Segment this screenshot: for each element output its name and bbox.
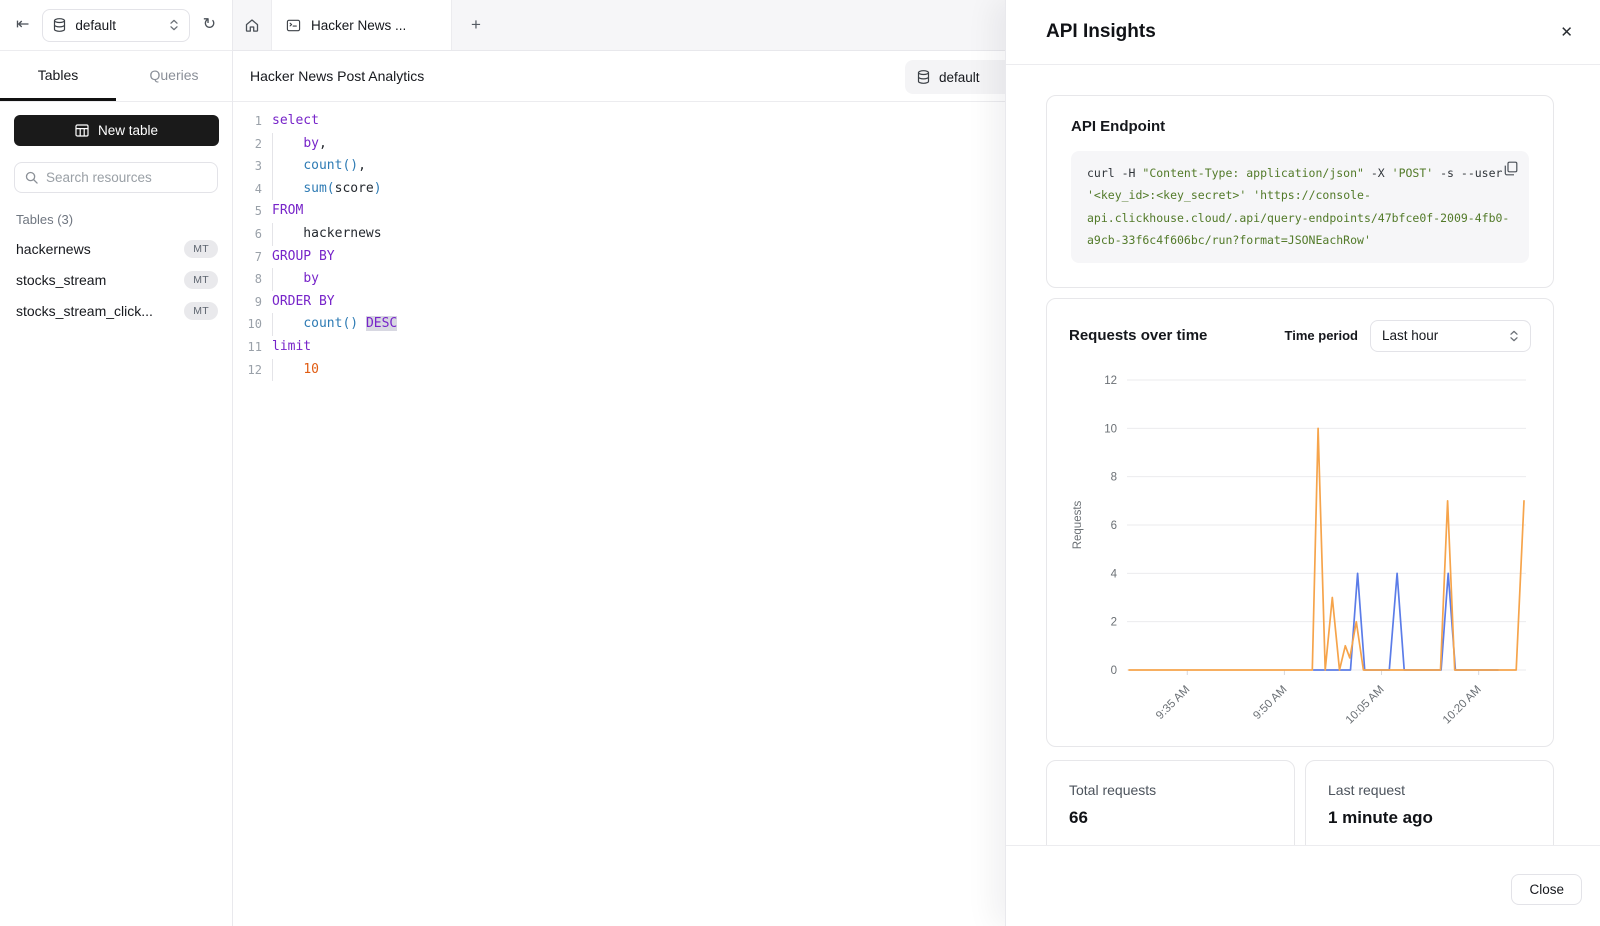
panel-header: API Insights ✕ (1006, 0, 1600, 65)
table-engine-badge: MT (184, 240, 218, 258)
new-table-button[interactable]: New table (14, 115, 219, 146)
chart-title: Requests over time (1069, 327, 1207, 344)
search-icon (25, 171, 38, 184)
database-selector-value: default (75, 18, 159, 33)
stats-row: Total requests 66 Last request 1 minute … (1046, 760, 1554, 845)
svg-text:10:05 AM: 10:05 AM (1344, 683, 1387, 726)
table-row-stocks-stream-click[interactable]: stocks_stream_click... MT (16, 295, 218, 326)
curl-command-block: curl -H "Content-Type: application/json"… (1071, 151, 1529, 263)
last-request-value: 1 minute ago (1328, 808, 1531, 828)
sidebar-topbar: ⇤ default ↻ (0, 0, 232, 51)
close-button[interactable]: Close (1511, 874, 1582, 905)
table-engine-badge: MT (184, 302, 218, 320)
table-name: stocks_stream_click... (16, 303, 153, 319)
api-endpoint-title: API Endpoint (1071, 118, 1529, 135)
panel-body: API Endpoint curl -H "Content-Type: appl… (1006, 66, 1600, 845)
table-name: stocks_stream (16, 272, 106, 288)
plus-icon: + (471, 15, 481, 35)
tab-tables[interactable]: Tables (0, 51, 116, 101)
new-table-label: New table (98, 123, 158, 138)
time-period-label: Time period (1285, 328, 1358, 343)
copy-button[interactable] (1504, 161, 1518, 176)
search-input[interactable] (46, 170, 223, 185)
database-icon (917, 70, 930, 84)
table-engine-badge: MT (184, 271, 218, 289)
query-tab[interactable]: Hacker News ... (271, 0, 452, 50)
panel-title: API Insights (1046, 21, 1560, 43)
copy-icon (1504, 161, 1518, 176)
last-request-label: Last request (1328, 782, 1531, 798)
svg-text:12: 12 (1104, 375, 1117, 387)
tables-section-label: Tables (3) (16, 212, 216, 227)
table-row-stocks-stream[interactable]: stocks_stream MT (16, 264, 218, 295)
collapse-sidebar-button[interactable]: ⇤ (16, 17, 29, 33)
query-title: Hacker News Post Analytics (250, 68, 424, 84)
query-tab-label: Hacker News ... (311, 18, 406, 33)
svg-text:2: 2 (1111, 616, 1117, 628)
console-icon (286, 18, 301, 33)
svg-text:10:20 AM: 10:20 AM (1441, 683, 1484, 726)
database-selector[interactable]: default (42, 9, 189, 42)
new-tab-button[interactable]: + (452, 0, 500, 50)
editor-database-value: default (939, 70, 980, 85)
home-icon (244, 17, 260, 33)
svg-text:9:35 AM: 9:35 AM (1154, 683, 1192, 721)
close-panel-button[interactable]: ✕ (1560, 23, 1573, 41)
api-endpoint-card: API Endpoint curl -H "Content-Type: appl… (1046, 95, 1554, 288)
refresh-icon: ↻ (203, 17, 216, 33)
tab-queries[interactable]: Queries (116, 51, 232, 101)
last-request-card: Last request 1 minute ago (1305, 760, 1554, 845)
requests-chart-card: Requests over time Time period Last hour… (1046, 298, 1554, 747)
close-icon: ✕ (1560, 24, 1573, 41)
database-icon (53, 18, 66, 32)
home-button[interactable] (233, 0, 271, 50)
total-requests-value: 66 (1069, 808, 1272, 828)
sidebar: ⇤ default ↻ Tables Queries New table Tab… (0, 0, 233, 926)
svg-text:8: 8 (1111, 471, 1117, 483)
total-requests-label: Total requests (1069, 782, 1272, 798)
svg-text:6: 6 (1111, 520, 1117, 532)
panel-footer: Close (1006, 845, 1600, 926)
table-name: hackernews (16, 241, 91, 257)
svg-text:9:50 AM: 9:50 AM (1251, 683, 1289, 721)
sidebar-tabs: Tables Queries (0, 51, 232, 102)
table-row-hackernews[interactable]: hackernews MT (16, 233, 218, 264)
total-requests-card: Total requests 66 (1046, 760, 1295, 845)
table-grid-icon (75, 124, 89, 137)
svg-text:Requests: Requests (1072, 500, 1084, 549)
time-period-select[interactable]: Last hour (1370, 320, 1531, 352)
time-period-value: Last hour (1382, 328, 1501, 343)
chevron-updown-icon (169, 19, 179, 31)
svg-text:10: 10 (1104, 423, 1117, 435)
svg-text:0: 0 (1111, 665, 1117, 677)
search-box (14, 162, 218, 193)
api-insights-panel: API Insights ✕ API Endpoint curl -H "Con… (1005, 0, 1600, 926)
chart-card-header: Requests over time Time period Last hour (1069, 320, 1531, 352)
refresh-button[interactable]: ↻ (203, 17, 216, 33)
chevron-updown-icon (1509, 330, 1519, 342)
collapse-sidebar-icon: ⇤ (16, 17, 29, 33)
requests-over-time-chart: 0 2 4 6 8 10 12 9:35 AM 9:50 AM 10:05 AM 10:20 AM R… (1069, 358, 1531, 740)
svg-text:4: 4 (1111, 568, 1118, 580)
